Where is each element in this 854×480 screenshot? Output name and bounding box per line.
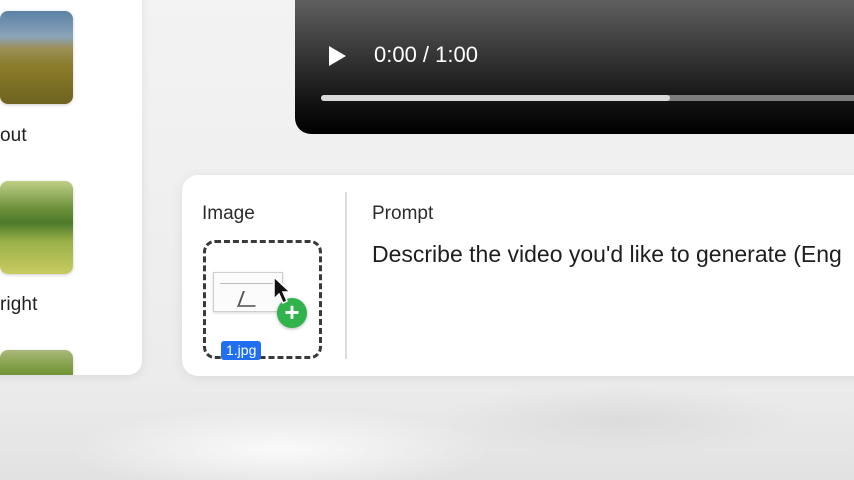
prompt-panel: Image + 1.jpg Prompt Describe the video … — [182, 175, 854, 376]
play-button[interactable] — [327, 44, 347, 68]
preset-label-right[interactable]: right — [0, 294, 37, 316]
video-player[interactable]: 0:00 / 1:00 — [295, 0, 854, 134]
image-dropzone[interactable]: + 1.jpg — [203, 240, 322, 360]
progress-bar[interactable] — [321, 95, 854, 101]
progress-fill — [321, 95, 670, 101]
video-time: 0:00 / 1:00 — [374, 42, 478, 67]
preset-label-out[interactable]: out — [0, 125, 27, 147]
image-label: Image — [202, 203, 255, 224]
preset-thumbnail-out[interactable] — [0, 11, 73, 104]
prompt-input[interactable]: Describe the video you'd like to generat… — [372, 241, 842, 268]
preset-thumbnail-next[interactable] — [0, 350, 73, 375]
play-icon — [329, 46, 346, 66]
preset-gallery: out right — [0, 0, 142, 375]
file-name-chip: 1.jpg — [221, 341, 262, 360]
divider — [345, 192, 347, 359]
background — [0, 380, 854, 480]
cursor-icon — [273, 275, 292, 305]
preset-thumbnail-right[interactable] — [0, 181, 73, 274]
prompt-label: Prompt — [372, 203, 434, 224]
